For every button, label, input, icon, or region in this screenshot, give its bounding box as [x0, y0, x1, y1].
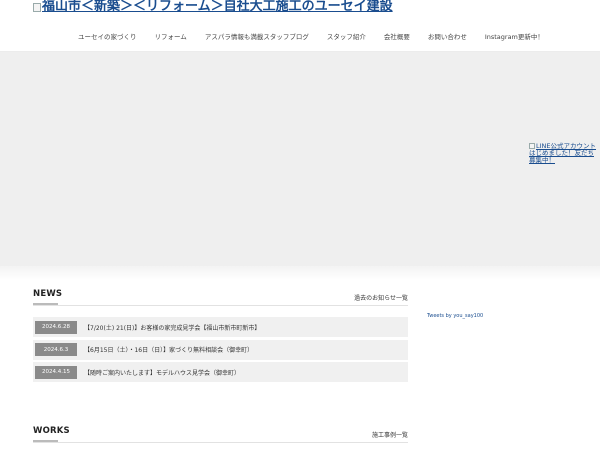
nav-item-reform[interactable]: リフォーム [155, 31, 187, 43]
news-date-badge: 2024.6.3 [35, 343, 77, 356]
news-item-title[interactable]: 【7/20(土) 21(日)】お客様の家完成見学会【福山市新市町新市】 [84, 323, 260, 332]
twitter-timeline-link[interactable]: Tweets by you_say100 [427, 313, 483, 319]
broken-image-icon [33, 2, 41, 12]
news-item-title[interactable]: 【随時ご案内いたします】モデルハウス見学会（御幸町） [84, 368, 240, 377]
works-archive-link[interactable]: 施工事例一覧 [372, 430, 408, 439]
nav-item-company[interactable]: 会社概要 [384, 31, 410, 43]
news-divider [33, 305, 408, 306]
news-date-badge: 2024.6.28 [35, 320, 77, 334]
site-header: 福山市＜新築＞＜リフォーム＞自社大工施工のユーセイ建設 ユーセイの家づくり リフ… [0, 0, 600, 52]
nav-item-ieduzukuri[interactable]: ユーセイの家づくり [78, 31, 137, 43]
nav-item-staff-blog[interactable]: アスパラ情報も満載スタッフブログ [205, 31, 309, 43]
site-logo-alt-text[interactable]: 福山市＜新築＞＜リフォーム＞自社大工施工のユーセイ建設 [42, 0, 393, 14]
nav-item-instagram[interactable]: Instagram更新中！ [485, 31, 544, 43]
works-divider [33, 442, 408, 443]
hero-divider [0, 266, 600, 280]
news-title: NEWS [33, 289, 63, 299]
nav-item-contact[interactable]: お問い合わせ [428, 31, 467, 43]
news-section-header: NEWS 過去のお知らせ一覧 [33, 289, 408, 309]
site-logo[interactable]: 福山市＜新築＞＜リフォーム＞自社大工施工のユーセイ建設 [33, 0, 393, 14]
line-account-banner[interactable]: LINE公式アカウントはじめました！友だち募集中！ [529, 143, 599, 164]
line-banner-alt-text[interactable]: LINE公式アカウントはじめました！友だち募集中！ [529, 142, 596, 164]
nav-item-staff[interactable]: スタッフ紹介 [327, 31, 366, 43]
news-date-badge: 2024.4.15 [35, 365, 77, 379]
news-item[interactable]: 2024.6.28 【7/20(土) 21(日)】お客様の家完成見学会【福山市新… [33, 317, 408, 337]
global-nav: ユーセイの家づくり リフォーム アスパラ情報も満載スタッフブログ スタッフ紹介 … [78, 31, 562, 43]
works-section-header: WORKS 施工事例一覧 [33, 426, 408, 446]
news-item-title[interactable]: 【6月15日（土）・16日（日）】家づくり無料相談会（御幸町） [84, 345, 253, 354]
news-archive-link[interactable]: 過去のお知らせ一覧 [354, 293, 408, 302]
works-title: WORKS [33, 426, 70, 436]
news-list: 2024.6.28 【7/20(土) 21(日)】お客様の家完成見学会【福山市新… [33, 317, 408, 385]
hero-slider [0, 52, 600, 266]
news-item[interactable]: 2024.4.15 【随時ご案内いたします】モデルハウス見学会（御幸町） [33, 362, 408, 382]
news-item[interactable]: 2024.6.3 【6月15日（土）・16日（日）】家づくり無料相談会（御幸町） [33, 339, 408, 360]
